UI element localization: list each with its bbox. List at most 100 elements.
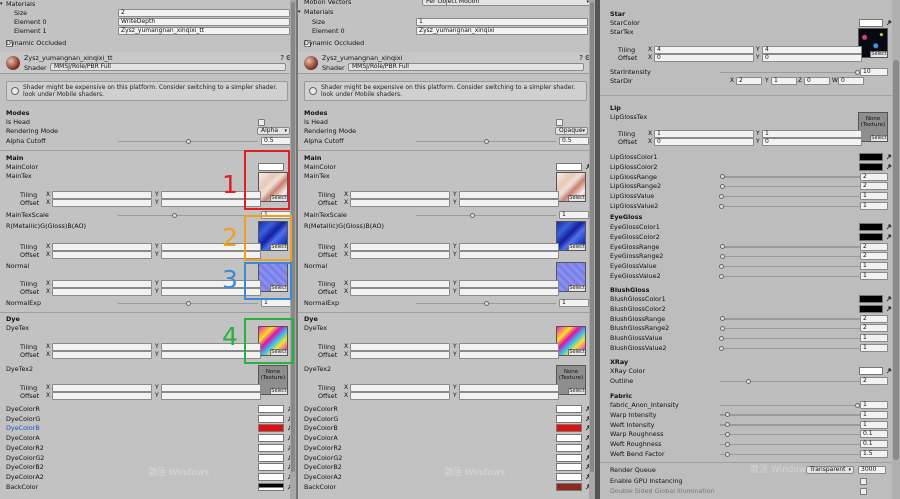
slider-handle[interactable]	[720, 253, 726, 259]
slider-value-field[interactable]: 2	[860, 252, 888, 261]
render-queue-dropdown[interactable]: Transparent ▾	[806, 466, 854, 474]
y-field[interactable]	[459, 351, 559, 359]
color-swatch[interactable]	[859, 232, 883, 241]
dye-color-swatch[interactable]	[556, 472, 582, 481]
slider-track[interactable]	[720, 318, 860, 320]
expand-triangle-icon[interactable]: ▾	[298, 7, 301, 17]
x-field[interactable]	[350, 251, 450, 259]
slider-track[interactable]	[720, 246, 860, 248]
dye-color-swatch[interactable]	[556, 434, 582, 443]
expand-triangle-icon[interactable]: ▾	[0, 0, 3, 9]
double-sided-gi-checkbox[interactable]	[860, 487, 867, 495]
vector-component-field[interactable]: 2	[736, 77, 762, 85]
slider-track[interactable]	[720, 404, 860, 406]
dye-color-swatch[interactable]	[556, 424, 582, 433]
slider-handle[interactable]	[720, 244, 726, 250]
y-field[interactable]: 0	[762, 54, 862, 62]
vector-component-field[interactable]: 1	[771, 77, 797, 85]
slider-track[interactable]	[118, 214, 258, 216]
slider-track[interactable]	[720, 205, 860, 207]
color-swatch[interactable]	[859, 295, 883, 303]
x-field[interactable]	[350, 351, 450, 359]
slider-value-field[interactable]: 0.5	[559, 137, 589, 145]
color-swatch[interactable]	[859, 162, 883, 171]
vector-component-field[interactable]: 0	[838, 77, 864, 85]
slider-handle[interactable]	[854, 402, 860, 408]
slider-handle[interactable]	[720, 183, 726, 189]
slider-value-field[interactable]: 1	[860, 334, 888, 343]
x-field[interactable]	[52, 392, 152, 400]
slider-handle[interactable]	[185, 300, 191, 306]
slider-value-field[interactable]: 1	[860, 410, 888, 419]
slider-handle[interactable]	[724, 451, 730, 457]
slider-value-field[interactable]: 1	[860, 202, 888, 210]
scrollbar[interactable]	[892, 0, 900, 499]
y-field[interactable]	[459, 199, 559, 207]
x-field[interactable]	[52, 351, 152, 359]
dye-color-swatch[interactable]	[258, 443, 284, 452]
dye-color-swatch[interactable]	[556, 482, 582, 491]
is-head-checkbox[interactable]	[258, 118, 265, 126]
dye-color-swatch[interactable]	[258, 434, 284, 443]
slider-handle[interactable]	[469, 212, 475, 218]
x-field[interactable]	[52, 288, 152, 296]
slider-value-field[interactable]: 0.1	[860, 430, 888, 439]
slider-value-field[interactable]: 1	[860, 272, 888, 280]
y-field[interactable]	[459, 392, 559, 400]
slider-handle[interactable]	[854, 69, 860, 75]
x-field[interactable]	[350, 199, 450, 207]
motion-vectors-dropdown[interactable]: Per Object Motion ▾	[422, 0, 592, 6]
slider-handle[interactable]	[483, 300, 489, 306]
slider-handle[interactable]	[724, 412, 730, 418]
color-swatch[interactable]	[859, 153, 883, 161]
slider-track[interactable]	[720, 337, 860, 340]
slider-value-field[interactable]: 2	[860, 314, 888, 323]
rendering-mode-dropdown[interactable]: Alpha ▾	[257, 127, 290, 135]
dye-color-swatch[interactable]	[258, 482, 284, 491]
slider-track[interactable]	[416, 214, 556, 216]
is-head-checkbox[interactable]	[556, 118, 563, 126]
slider-track[interactable]	[720, 347, 860, 349]
dye-color-swatch[interactable]	[556, 463, 582, 472]
scrollbar-thumb[interactable]	[893, 60, 899, 460]
size-field[interactable]: 2	[118, 9, 290, 17]
slider-handle[interactable]	[718, 345, 724, 351]
slider-handle[interactable]	[720, 174, 726, 180]
dye-color-swatch[interactable]	[258, 405, 284, 413]
help-icon[interactable]: ?	[280, 54, 284, 62]
slider-track[interactable]	[720, 424, 860, 426]
help-icon[interactable]: ?	[579, 54, 583, 62]
dye-color-swatch[interactable]	[556, 405, 582, 413]
xray-color-swatch[interactable]	[859, 367, 883, 375]
slider-value-field[interactable]: 2	[860, 377, 888, 385]
slider-handle[interactable]	[718, 193, 724, 199]
scrollbar-thumb[interactable]	[590, 2, 594, 472]
y-field[interactable]	[459, 251, 559, 259]
dye-color-swatch[interactable]	[556, 414, 582, 423]
dye-color-swatch[interactable]	[258, 453, 284, 462]
color-swatch[interactable]	[859, 304, 883, 313]
dye-color-swatch[interactable]	[556, 443, 582, 452]
slider-handle[interactable]	[718, 203, 724, 209]
slider-value-field[interactable]: 1.5	[860, 450, 888, 458]
slider-value-field[interactable]: 0.1	[860, 440, 888, 449]
slider-track[interactable]	[720, 265, 860, 268]
y-field[interactable]	[459, 288, 559, 296]
slider-handle[interactable]	[724, 422, 730, 428]
slider-track[interactable]	[720, 453, 860, 455]
slider-track[interactable]	[720, 185, 860, 188]
slider-value-field[interactable]: 2	[860, 242, 888, 251]
y-field[interactable]: 0	[762, 138, 862, 146]
color-swatch[interactable]	[859, 223, 883, 231]
slider-value-field[interactable]: 1	[860, 401, 888, 409]
x-field[interactable]	[52, 251, 152, 259]
slider-value-field[interactable]: 1	[860, 420, 888, 429]
slider-value-field[interactable]: 2	[860, 182, 888, 191]
x-field[interactable]: 0	[654, 54, 754, 62]
slider-track[interactable]	[720, 380, 860, 382]
x-field[interactable]	[350, 288, 450, 296]
dye-color-swatch[interactable]	[258, 414, 284, 423]
slider-value-field[interactable]: 1	[559, 211, 589, 219]
dye-color-swatch[interactable]	[556, 453, 582, 462]
x-field[interactable]	[350, 392, 450, 400]
